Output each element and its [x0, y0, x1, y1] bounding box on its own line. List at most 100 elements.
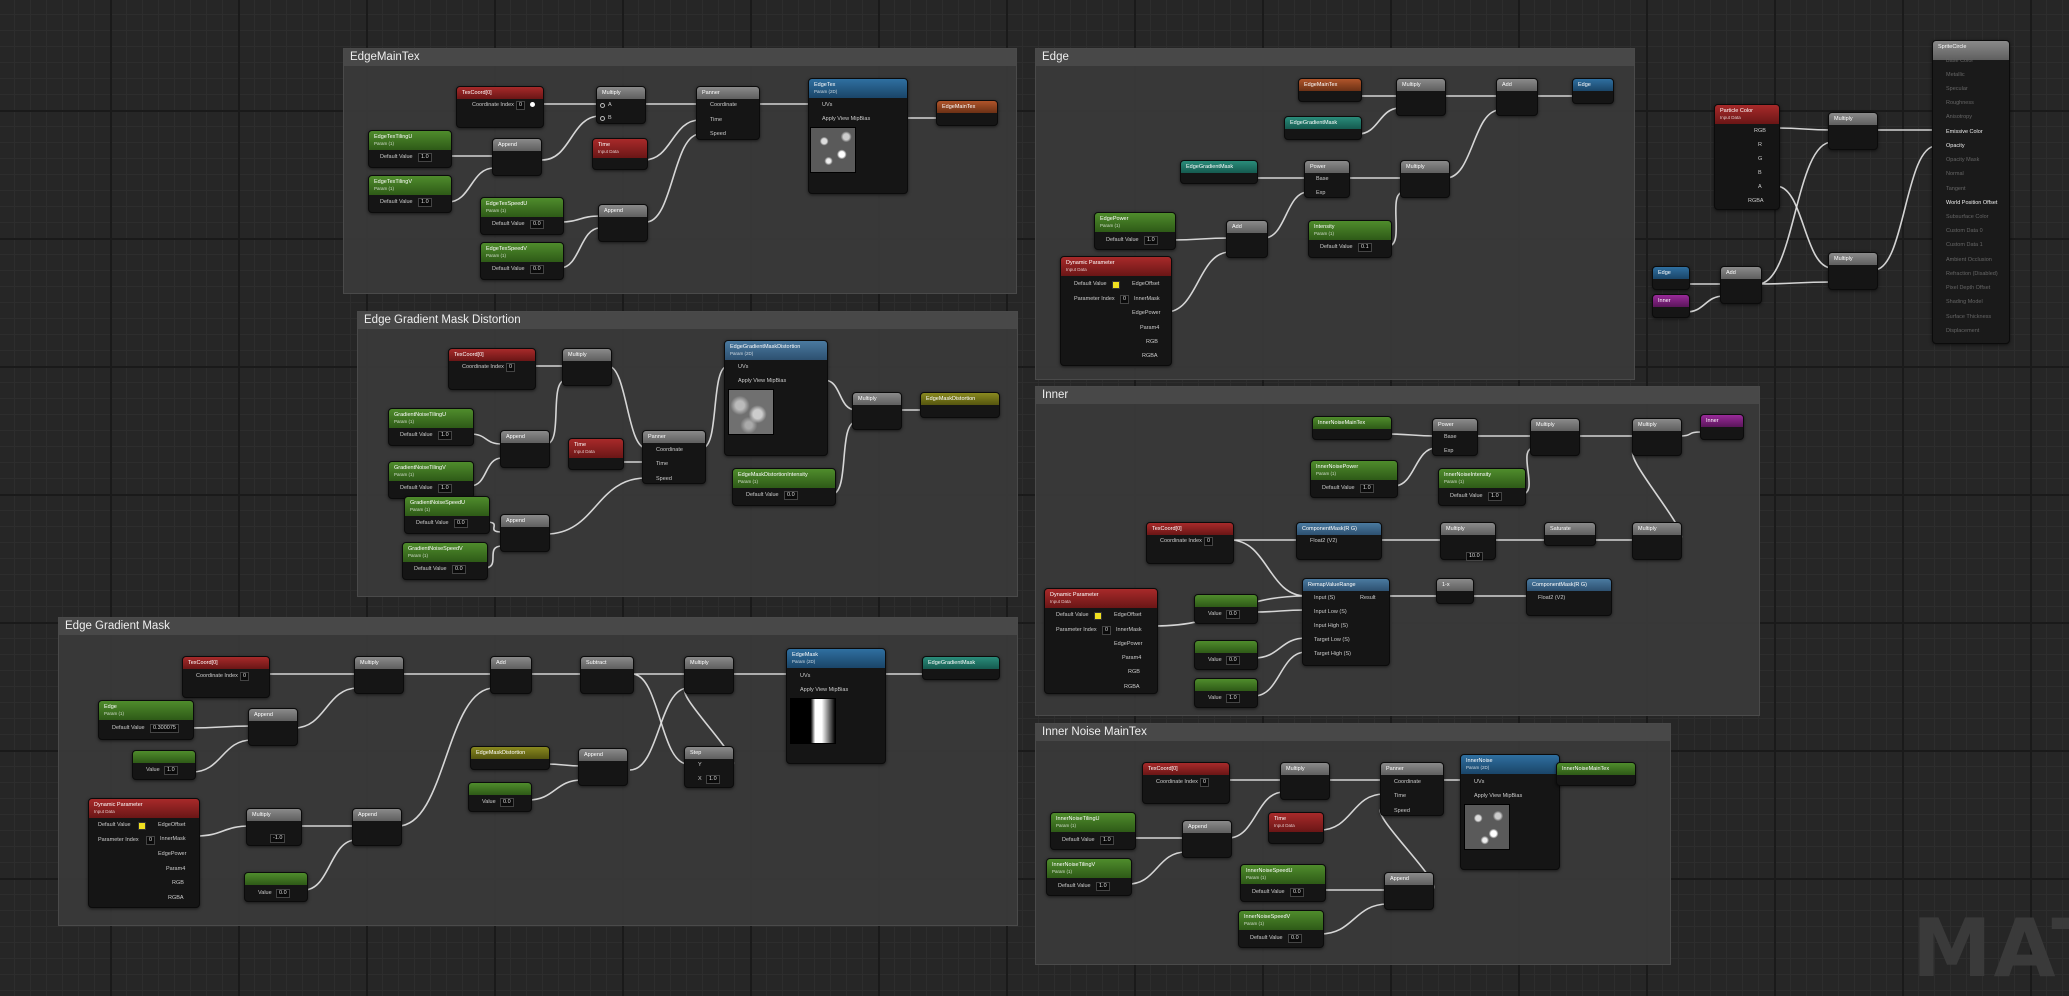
default-value-field[interactable]: 0.0 [452, 565, 466, 574]
multiply-node[interactable]: Multiply [1280, 762, 1330, 800]
param-node-gn-speed-v[interactable]: GradientNoiseSpeedV Param (1) [402, 542, 488, 580]
default-value-field[interactable]: 0.0 [1288, 934, 1302, 943]
append-node[interactable]: Append [248, 708, 298, 746]
constant-node[interactable] [1194, 594, 1258, 624]
param-node-dist-intensity[interactable]: EdgeMaskDistortionIntensity Param (1) [732, 468, 836, 506]
panner-node[interactable]: Panner [642, 430, 706, 484]
default-value-field[interactable]: 1.0 [418, 198, 432, 207]
result-row-specular[interactable]: Specular [1946, 86, 1968, 92]
default-value-field[interactable]: 0.0 [784, 491, 798, 500]
result-row-metallic[interactable]: Metallic [1946, 72, 1965, 78]
default-value-field[interactable]: 1.0 [1100, 836, 1114, 845]
result-row-opacity-mask[interactable]: Opacity Mask [1946, 157, 1979, 163]
default-value-field[interactable]: 0.0 [530, 265, 544, 274]
named-reroute-node[interactable]: EdgeGradientMask [922, 656, 1000, 680]
param-node-edge[interactable]: Edge Param (1) [98, 700, 194, 740]
result-row-normal[interactable]: Normal [1946, 171, 1964, 177]
default-color-swatch[interactable] [1112, 281, 1120, 289]
result-row-displacement[interactable]: Displacement [1946, 328, 1979, 334]
param-node-speed-v[interactable]: EdgeTexSpeedV Param (1) [480, 242, 564, 280]
add-node[interactable]: Add [490, 656, 532, 694]
add-node[interactable]: Add [1720, 266, 1762, 304]
result-row-tangent[interactable]: Tangent [1946, 186, 1966, 192]
param-node-inner-intensity[interactable]: InnerNoiseIntensity Param (1) [1438, 468, 1526, 506]
default-color-swatch[interactable] [138, 822, 146, 830]
named-reroute-node[interactable]: InnerNoiseMainTex [1556, 762, 1636, 786]
value-field[interactable]: 1.0 [164, 766, 178, 775]
time-node[interactable]: Time Input Data [568, 438, 624, 470]
default-value-field[interactable]: 1.0 [418, 153, 432, 162]
append-node[interactable]: Append [500, 430, 550, 468]
named-reroute-node[interactable]: InnerNoiseMainTex [1312, 416, 1392, 440]
constant-node[interactable] [1194, 640, 1258, 670]
result-row-world-position-offset[interactable]: World Position Offset [1946, 200, 1997, 206]
named-reroute-node[interactable]: EdgeGradientMask [1284, 116, 1362, 140]
value-field[interactable]: 0.0 [500, 798, 514, 807]
param-node-tiling-u[interactable]: EdgeTexTilingU Param (1) [368, 130, 452, 168]
multiply-b-field[interactable]: -1.0 [270, 834, 286, 843]
multiply-node[interactable]: Multiply [1828, 112, 1878, 150]
param-node-gn-speed-u[interactable]: GradientNoiseSpeedU Param (1) [404, 496, 490, 534]
multiply-node[interactable]: Multiply [1396, 78, 1446, 116]
param-node-tiling-v[interactable]: EdgeTexTilingV Param (1) [368, 175, 452, 213]
one-minus-node[interactable]: 1-x [1436, 578, 1474, 604]
saturate-node[interactable]: Saturate [1544, 522, 1596, 546]
result-row-ambient-occlusion[interactable]: Ambient Occlusion [1946, 257, 1992, 263]
param-node-gn-tiling-v[interactable]: GradientNoiseTilingV Param (1) [388, 461, 474, 499]
result-row-pixel-depth-offset[interactable]: Pixel Depth Offset [1946, 285, 1990, 291]
result-row-refraction[interactable]: Refraction (Disabled) [1946, 271, 1998, 277]
param-node-speed-u[interactable]: EdgeTexSpeedU Param (1) [480, 197, 564, 235]
param-node-inner-tiling-v[interactable]: InnerNoiseTilingV Param (1) [1046, 858, 1132, 896]
value-field[interactable]: 0.0 [1226, 656, 1240, 665]
append-node[interactable]: Append [1384, 872, 1434, 910]
result-row-shading-model[interactable]: Shading Model [1946, 299, 1983, 305]
pin-a[interactable] [600, 103, 605, 108]
param-node-gn-tiling-u[interactable]: GradientNoiseTilingU Param (1) [388, 408, 474, 446]
default-value-field[interactable]: 0.0 [1290, 888, 1304, 897]
coord-index-field[interactable]: 0 [506, 363, 516, 372]
append-node[interactable]: Append [578, 748, 628, 786]
default-value-field[interactable]: 0.300075 [150, 724, 179, 733]
result-row-custom-data1[interactable]: Custom Data 1 [1946, 242, 1983, 248]
append-node[interactable]: Append [598, 204, 648, 242]
result-row-surface-thickness[interactable]: Surface Thickness [1946, 314, 1991, 320]
coord-index-field[interactable]: 0 [1200, 778, 1210, 787]
multiply-node[interactable]: Multiply [1632, 418, 1682, 456]
append-node[interactable]: Append [1182, 820, 1232, 858]
panner-node[interactable]: Panner [1380, 762, 1444, 816]
result-row-base-color[interactable]: Base Color [1946, 58, 1973, 64]
param-node-inner-tiling-u[interactable]: InnerNoiseTilingU Param (1) [1050, 812, 1136, 850]
output-pin[interactable] [530, 102, 535, 107]
default-value-field[interactable]: 1.0 [1488, 492, 1502, 501]
panner-node[interactable]: Panner [696, 86, 760, 140]
particle-color-node[interactable]: Particle Color Input Data [1714, 104, 1780, 210]
coord-index-field[interactable]: 0 [516, 101, 526, 110]
default-value-field[interactable]: 0.1 [1358, 243, 1372, 252]
pin-b[interactable] [600, 116, 605, 121]
named-reroute-node[interactable]: Inner [1652, 294, 1690, 318]
append-node[interactable]: Append [500, 514, 550, 552]
param-node-inner-power[interactable]: InnerNoisePower Param (1) [1310, 460, 1398, 498]
named-reroute-node[interactable]: EdgeMaskDistortion [470, 746, 550, 770]
multiply-node[interactable]: Multiply [684, 656, 734, 694]
value-field[interactable]: 0.0 [276, 889, 290, 898]
time-node[interactable]: Time Input Data [1268, 812, 1324, 844]
constant-node[interactable] [132, 750, 196, 780]
default-value-field[interactable]: 1.0 [438, 484, 452, 493]
result-row-anisotropy[interactable]: Anisotropy [1946, 114, 1972, 120]
default-value-field[interactable]: 1.0 [1096, 882, 1110, 891]
parameter-index-field[interactable]: 0 [1120, 295, 1130, 304]
named-reroute-node[interactable]: Edge [1652, 266, 1690, 290]
default-value-field[interactable]: 0.0 [454, 519, 468, 528]
constant-node[interactable] [468, 782, 532, 812]
add-node[interactable]: Add [1226, 220, 1268, 258]
multiply-node[interactable]: Multiply [562, 348, 612, 386]
default-value-field[interactable]: 1.0 [438, 431, 452, 440]
named-reroute-node[interactable]: EdgeMainTex [936, 100, 998, 126]
value-field[interactable]: 0.0 [1226, 610, 1240, 619]
default-value-field[interactable]: 1.0 [1144, 236, 1158, 245]
append-node[interactable]: Append [352, 808, 402, 846]
result-row-roughness[interactable]: Roughness [1946, 100, 1974, 106]
constant-node[interactable] [1194, 678, 1258, 708]
multiply-node[interactable]: Multiply [852, 392, 902, 430]
